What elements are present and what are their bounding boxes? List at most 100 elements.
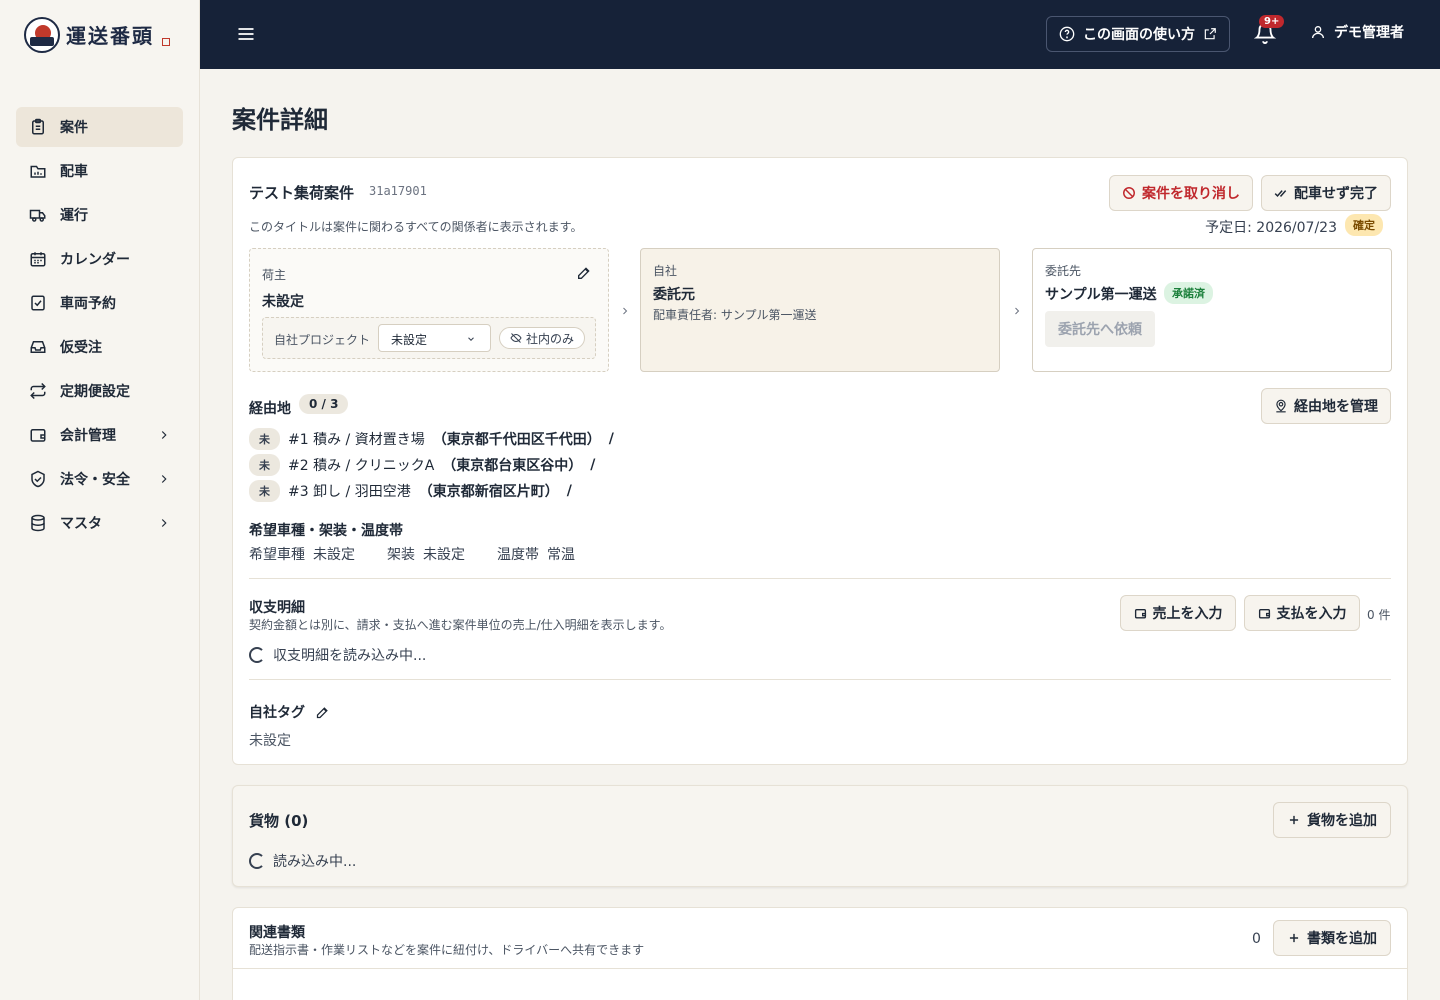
manage-route-label: 経由地を管理 [1294, 399, 1378, 415]
chevron-right-icon [161, 431, 167, 439]
scheduled-date: 予定日: 2026/07/23 [1205, 220, 1337, 236]
topbar: この画面の使い方 9+ デモ管理者 [200, 0, 1440, 69]
route-stop[interactable]: 未 #1 積み / 資材置き場 （東京都千代田区千代田） / [249, 428, 614, 450]
finance-title: 収支明細 [249, 600, 305, 616]
notification-badge: 9+ [1259, 15, 1285, 28]
help-button[interactable]: この画面の使い方 [1046, 16, 1230, 52]
project-label: 自社プロジェクト [274, 333, 371, 347]
brand-logo[interactable]: 運送番頭 [0, 0, 199, 69]
clipboard-icon [28, 117, 48, 137]
manage-route-button[interactable]: 経由地を管理 [1261, 388, 1391, 424]
finance-loading: 収支明細を読み込み中... [249, 645, 426, 665]
case-title: テスト集荷案件 [249, 184, 355, 202]
add-cargo-button[interactable]: 貨物を追加 [1273, 802, 1391, 838]
cargo-title: 貨物 (0) [249, 812, 309, 830]
stop-address: （東京都台東区谷中） [442, 458, 583, 474]
cargo-loading: 読み込み中... [249, 851, 356, 871]
case-title-hint: このタイトルは案件に関わるすべての関係者に表示されます。 [249, 220, 583, 234]
page-title: 案件詳細 [232, 106, 328, 134]
self-label: 自社 [653, 264, 678, 278]
sidebar-item-label: カレンダー [60, 252, 130, 268]
vehicle-temp-label: 温度帯 [497, 547, 539, 563]
complete-without-dispatch-button[interactable]: 配車せず完了 [1261, 175, 1391, 211]
divider [233, 968, 1407, 969]
request-subcontractor-button[interactable]: 委託先へ依頼 [1045, 311, 1155, 347]
project-select[interactable]: 未設定 [378, 324, 491, 352]
sidebar-item-provisional-order[interactable]: 仮受注 [16, 327, 183, 367]
external-link-icon [1204, 28, 1216, 40]
divider [249, 578, 1391, 579]
sidebar-nav: 案件 配車 運行 カレンダー 車両予約 仮受注 定期便設定 会計管理 法令・安全… [0, 107, 199, 543]
enter-payment-label: 支払を入力 [1276, 606, 1347, 622]
add-cargo-label: 貨物を追加 [1307, 813, 1377, 829]
stop-tail: / [566, 483, 572, 499]
help-label: この画面の使い方 [1083, 27, 1195, 43]
sidebar: 運送番頭 案件 配車 運行 カレンダー 車両予約 仮受注 定期便設定 会計管理 … [0, 0, 200, 1000]
visibility-chip[interactable]: 社内のみ [499, 327, 585, 349]
chevron-right-icon [161, 475, 167, 483]
documents-hint: 配送指示書・作業リストなどを案件に紐付け、ドライバーへ共有できます [249, 943, 645, 957]
cargo-loading-text: 読み込み中... [273, 854, 357, 870]
sidebar-item-compliance[interactable]: 法令・安全 [16, 459, 183, 499]
pencil-icon[interactable] [576, 265, 592, 281]
chevron-right-icon [623, 307, 628, 315]
map-pin-icon [1276, 399, 1286, 413]
finance-loading-text: 収支明細を読み込み中... [273, 648, 427, 664]
cancel-case-button[interactable]: 案件を取り消し [1109, 175, 1253, 211]
vehicle-temp-value: 常温 [547, 547, 575, 563]
stop-status-badge: 未 [249, 454, 280, 476]
sidebar-item-vehicle-booking[interactable]: 車両予約 [16, 283, 183, 323]
logo-stamp-icon [162, 37, 170, 46]
enter-sales-button[interactable]: 売上を入力 [1120, 595, 1236, 631]
calendar-icon [28, 249, 48, 269]
user-menu[interactable]: デモ管理者 [1310, 22, 1404, 42]
chevron-down-icon [468, 337, 474, 341]
database-icon [28, 513, 48, 533]
sidebar-item-accounting[interactable]: 会計管理 [16, 415, 183, 455]
wallet-icon [28, 425, 48, 445]
shield-icon [28, 469, 48, 489]
spinner-icon [249, 647, 265, 663]
stop-text: #2 積み / クリニックA [288, 458, 435, 474]
sidebar-item-label: 案件 [60, 120, 88, 136]
wallet-icon [1134, 608, 1146, 619]
add-document-button[interactable]: 書類を追加 [1273, 920, 1391, 956]
tags-value: 未設定 [249, 733, 291, 749]
cargo-card: 貨物 (0) 貨物を追加 読み込み中... [232, 785, 1408, 887]
tags-title: 自社タグ [249, 705, 305, 721]
route-stop[interactable]: 未 #3 卸し / 羽田空港 （東京都新宿区片町） / [249, 480, 572, 502]
vehicle-body-label: 架装 [387, 547, 415, 563]
sidebar-item-calendar[interactable]: カレンダー [16, 239, 183, 279]
case-detail-card: テスト集荷案件 31a17901 このタイトルは案件に関わるすべての関係者に表示… [232, 157, 1408, 765]
sidebar-item-label: 運行 [60, 208, 88, 224]
pencil-icon[interactable] [315, 705, 330, 720]
double-check-icon [1274, 190, 1287, 197]
stop-address: （東京都新宿区片町） [418, 484, 559, 500]
self-name: 委託元 [653, 287, 695, 303]
menu-icon[interactable] [236, 24, 256, 44]
spinner-icon [249, 853, 265, 869]
complete-label: 配車せず完了 [1294, 186, 1378, 202]
sidebar-item-cases[interactable]: 案件 [16, 107, 183, 147]
finance-hint: 契約金額とは別に、請求・支払へ進む案件単位の売上/仕入明細を表示します。 [249, 618, 672, 632]
project-box: 自社プロジェクト 未設定 社内のみ [262, 317, 596, 359]
route-title: 経由地 [249, 401, 291, 417]
vehicle-type-value: 未設定 [313, 547, 355, 563]
calendar-truck-icon [28, 161, 48, 181]
cancel-case-label: 案件を取り消し [1142, 186, 1240, 202]
chevron-right-icon [161, 519, 167, 527]
user-icon [1312, 26, 1324, 39]
stop-tail: / [608, 431, 614, 447]
enter-sales-label: 売上を入力 [1152, 606, 1223, 622]
sidebar-item-operation[interactable]: 運行 [16, 195, 183, 235]
enter-payment-button[interactable]: 支払を入力 [1244, 595, 1360, 631]
stop-text: #3 卸し / 羽田空港 [288, 484, 411, 500]
sidebar-item-master[interactable]: マスタ [16, 503, 183, 543]
approved-badge: 承諾済 [1164, 282, 1213, 304]
subcontractor-panel: 委託先 サンプル第一運送 承諾済 委託先へ依頼 [1032, 248, 1392, 372]
documents-count: 0 [1252, 931, 1261, 947]
sidebar-item-dispatch[interactable]: 配車 [16, 151, 183, 191]
route-stop[interactable]: 未 #2 積み / クリニックA （東京都台東区谷中） / [249, 454, 595, 476]
vehicle-type-label: 希望車種 [249, 547, 305, 563]
sidebar-item-regular-service[interactable]: 定期便設定 [16, 371, 183, 411]
